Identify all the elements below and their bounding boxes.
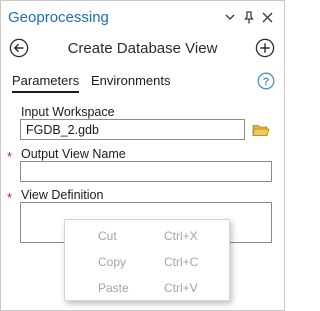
required-marker: *: [7, 190, 13, 205]
tab-parameters[interactable]: Parameters: [12, 73, 80, 93]
context-menu: Cut Ctrl+X Copy Ctrl+C Paste Ctrl+V: [64, 219, 230, 301]
context-menu-item-shortcut: Ctrl+C: [164, 255, 199, 269]
output-view-name-label: Output View Name: [21, 147, 126, 161]
context-menu-item-cut[interactable]: Cut Ctrl+X: [65, 224, 229, 248]
tool-header: Create Database View: [1, 34, 284, 64]
pane-title-bar: Geoprocessing: [1, 1, 284, 34]
context-menu-item-paste[interactable]: Paste Ctrl+V: [65, 276, 229, 300]
context-menu-item-copy[interactable]: Copy Ctrl+C: [65, 250, 229, 274]
context-menu-item-shortcut: Ctrl+X: [164, 229, 198, 243]
tab-strip: Parameters Environments ?: [1, 71, 284, 95]
tool-title: Create Database View: [67, 40, 218, 57]
input-workspace-field[interactable]: [20, 119, 245, 140]
context-menu-item-shortcut: Ctrl+V: [164, 281, 198, 295]
help-icon[interactable]: ?: [257, 72, 275, 90]
tab-environments[interactable]: Environments: [91, 73, 170, 91]
context-menu-item-label: Paste: [98, 281, 129, 295]
folder-icon[interactable]: [252, 123, 270, 137]
context-menu-item-label: Cut: [98, 229, 117, 243]
view-definition-label: View Definition: [21, 188, 104, 202]
context-menu-item-label: Copy: [98, 255, 127, 269]
required-marker: *: [7, 149, 13, 164]
close-icon[interactable]: [260, 9, 274, 25]
add-icon[interactable]: [255, 38, 275, 58]
pane-title: Geoprocessing: [8, 9, 109, 26]
input-workspace-label: Input Workspace: [21, 105, 115, 119]
output-view-name-field[interactable]: [20, 161, 272, 182]
svg-text:?: ?: [263, 76, 270, 88]
geoprocessing-pane: Geoprocessing Create Database View Param…: [0, 0, 285, 311]
chevron-down-icon[interactable]: [223, 9, 237, 25]
pin-icon[interactable]: [242, 9, 256, 25]
